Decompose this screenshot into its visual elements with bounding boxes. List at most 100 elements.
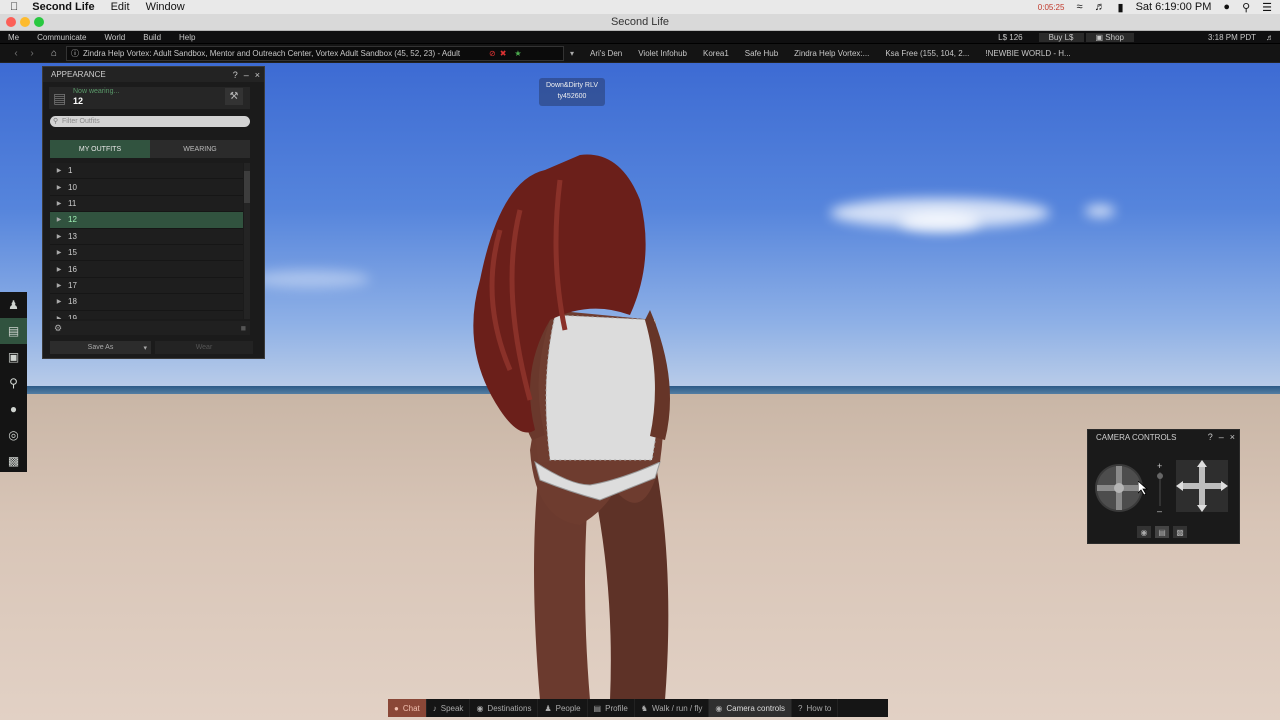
sl-menu-me[interactable]: Me: [8, 33, 19, 42]
microphone-icon: ♪: [432, 703, 437, 713]
inventory-icon[interactable]: ▣: [0, 344, 27, 370]
zoom-window-button[interactable]: [34, 17, 44, 27]
list-item[interactable]: ▶ 1: [50, 163, 243, 180]
spotlight-search-icon[interactable]: ⚲: [1242, 1, 1250, 14]
close-icon[interactable]: ×: [255, 70, 260, 80]
minimize-icon[interactable]: –: [244, 70, 249, 80]
expand-arrow-icon[interactable]: ▶: [50, 298, 68, 305]
list-item-selected[interactable]: ▶ 12: [50, 212, 243, 229]
save-as-dropdown-icon[interactable]: ▾: [143, 344, 147, 352]
info-icon[interactable]: ⓘ: [71, 48, 79, 59]
expand-arrow-icon[interactable]: ▶: [50, 216, 68, 223]
expand-arrow-icon[interactable]: ▶: [50, 200, 68, 207]
expand-arrow-icon[interactable]: ▶: [50, 282, 68, 289]
list-item[interactable]: ▶ 19: [50, 310, 243, 319]
camera-video-icon[interactable]: ▩: [1173, 526, 1187, 538]
shop-button[interactable]: ▣ Shop: [1085, 32, 1134, 42]
notification-center-icon[interactable]: ☰: [1262, 1, 1272, 14]
help-icon[interactable]: ?: [1208, 432, 1213, 442]
radar-icon[interactable]: ◎: [0, 422, 27, 448]
linden-balance[interactable]: L$ 126: [998, 33, 1022, 42]
camera-modes-icon[interactable]: ▤: [1155, 526, 1169, 538]
chat-button[interactable]: ● Chat: [388, 699, 427, 717]
list-item[interactable]: ▶ 17: [50, 277, 243, 295]
camera-presets-eye-icon[interactable]: ◉: [1137, 526, 1151, 538]
edit-outfit-wrench-button[interactable]: ⚒: [225, 88, 243, 105]
battery-icon[interactable]: ▮: [1118, 1, 1124, 14]
camera-zoom-slider[interactable]: + –: [1154, 460, 1166, 516]
forward-arrow-icon[interactable]: ›: [24, 46, 40, 60]
home-icon[interactable]: ⌂: [46, 46, 62, 60]
appearance-header[interactable]: APPEARANCE ? – ×: [43, 67, 264, 82]
save-as-button[interactable]: Save As ▾: [50, 341, 151, 354]
wifi-icon[interactable]: ≈: [1076, 1, 1082, 13]
camera-controls-button[interactable]: ◉ Camera controls: [709, 699, 793, 717]
favorite-item[interactable]: !NEWBIE WORLD - H...: [985, 49, 1070, 58]
favorite-item[interactable]: Safe Hub: [745, 49, 778, 58]
list-item[interactable]: ▶ 18: [50, 294, 243, 311]
expand-arrow-icon[interactable]: ▶: [50, 233, 68, 240]
filter-outfits-input[interactable]: ⚲ Filter Outfits: [50, 116, 250, 127]
close-window-button[interactable]: [6, 17, 16, 27]
back-arrow-icon[interactable]: ‹: [8, 46, 24, 60]
people-button[interactable]: ♟ People: [538, 699, 588, 717]
snapshot-icon[interactable]: ▩: [0, 448, 27, 474]
list-item[interactable]: ▶ 15: [50, 244, 243, 262]
favorite-item[interactable]: Ari's Den: [590, 49, 622, 58]
app-menu[interactable]: Second Life: [32, 1, 94, 13]
location-dropdown-icon[interactable]: ▾: [570, 49, 574, 58]
list-item[interactable]: ▶ 13: [50, 228, 243, 245]
appearance-shirt-icon[interactable]: ▤: [0, 318, 27, 344]
walk-run-fly-button[interactable]: ♞ Walk / run / fly: [635, 699, 710, 717]
sl-menu-communicate[interactable]: Communicate: [37, 33, 86, 42]
scrollbar-thumb[interactable]: [244, 171, 250, 203]
camera-controls-header[interactable]: CAMERA CONTROLS ? – ×: [1088, 430, 1239, 444]
clock[interactable]: Sat 6:19:00 PM: [1136, 1, 1212, 13]
minimize-icon[interactable]: –: [1219, 432, 1224, 442]
expand-arrow-icon[interactable]: ▶: [50, 249, 68, 256]
wear-button[interactable]: Wear: [155, 341, 253, 354]
places-icon[interactable]: ●: [0, 396, 27, 422]
list-item[interactable]: ▶ 10: [50, 179, 243, 196]
destinations-button[interactable]: ◉ Destinations: [470, 699, 539, 717]
expand-arrow-icon[interactable]: ▶: [50, 266, 68, 273]
favorite-item[interactable]: Ksa Free (155, 104, 2...: [885, 49, 969, 58]
volume-icon[interactable]: ♬: [1095, 1, 1106, 13]
user-icon[interactable]: ●: [1223, 1, 1230, 13]
master-volume-icon[interactable]: ♬: [1266, 33, 1274, 42]
how-to-button[interactable]: ? How to: [792, 699, 839, 717]
menu-window[interactable]: Window: [146, 1, 185, 13]
favorite-item[interactable]: Zindra Help Vortex:...: [794, 49, 869, 58]
apple-icon[interactable]: : [10, 1, 18, 13]
outfit-list-scrollbar[interactable]: [244, 163, 250, 319]
gear-icon[interactable]: ⚙: [54, 323, 62, 334]
avatar[interactable]: [440, 140, 700, 700]
minimize-window-button[interactable]: [20, 17, 30, 27]
buy-lindens-button[interactable]: Buy L$: [1038, 32, 1084, 42]
sl-menu-help[interactable]: Help: [179, 33, 195, 42]
camera-pan-control[interactable]: [1176, 460, 1228, 512]
list-item[interactable]: ▶ 16: [50, 261, 243, 278]
tab-wearing[interactable]: WEARING: [150, 140, 250, 158]
people-icon[interactable]: ♟: [0, 292, 27, 318]
sl-menu-build[interactable]: Build: [143, 33, 161, 42]
favorite-star-icon[interactable]: ★: [514, 49, 521, 58]
expand-arrow-icon[interactable]: ▶: [50, 184, 68, 191]
favorite-item[interactable]: Violet Infohub: [638, 49, 687, 58]
close-icon[interactable]: ×: [1230, 432, 1235, 442]
profile-button[interactable]: ▤ Profile: [588, 699, 635, 717]
speak-button[interactable]: ♪ Speak: [427, 699, 471, 717]
outfit-name: 17: [68, 280, 77, 290]
trash-icon[interactable]: ■: [241, 323, 246, 333]
favorite-item[interactable]: Korea1: [703, 49, 729, 58]
list-item[interactable]: ▶ 11: [50, 195, 243, 213]
location-input[interactable]: ⓘ Zindra Help Vortex: Adult Sandbox, Men…: [66, 45, 564, 61]
search-icon[interactable]: ⚲: [0, 370, 27, 396]
menu-edit[interactable]: Edit: [111, 1, 130, 13]
svg-text:+: +: [1157, 461, 1162, 471]
sl-menu-world[interactable]: World: [104, 33, 125, 42]
expand-arrow-icon[interactable]: ▶: [50, 315, 68, 319]
tab-my-outfits[interactable]: MY OUTFITS: [50, 140, 150, 158]
help-icon[interactable]: ?: [233, 70, 238, 80]
expand-arrow-icon[interactable]: ▶: [50, 167, 68, 174]
